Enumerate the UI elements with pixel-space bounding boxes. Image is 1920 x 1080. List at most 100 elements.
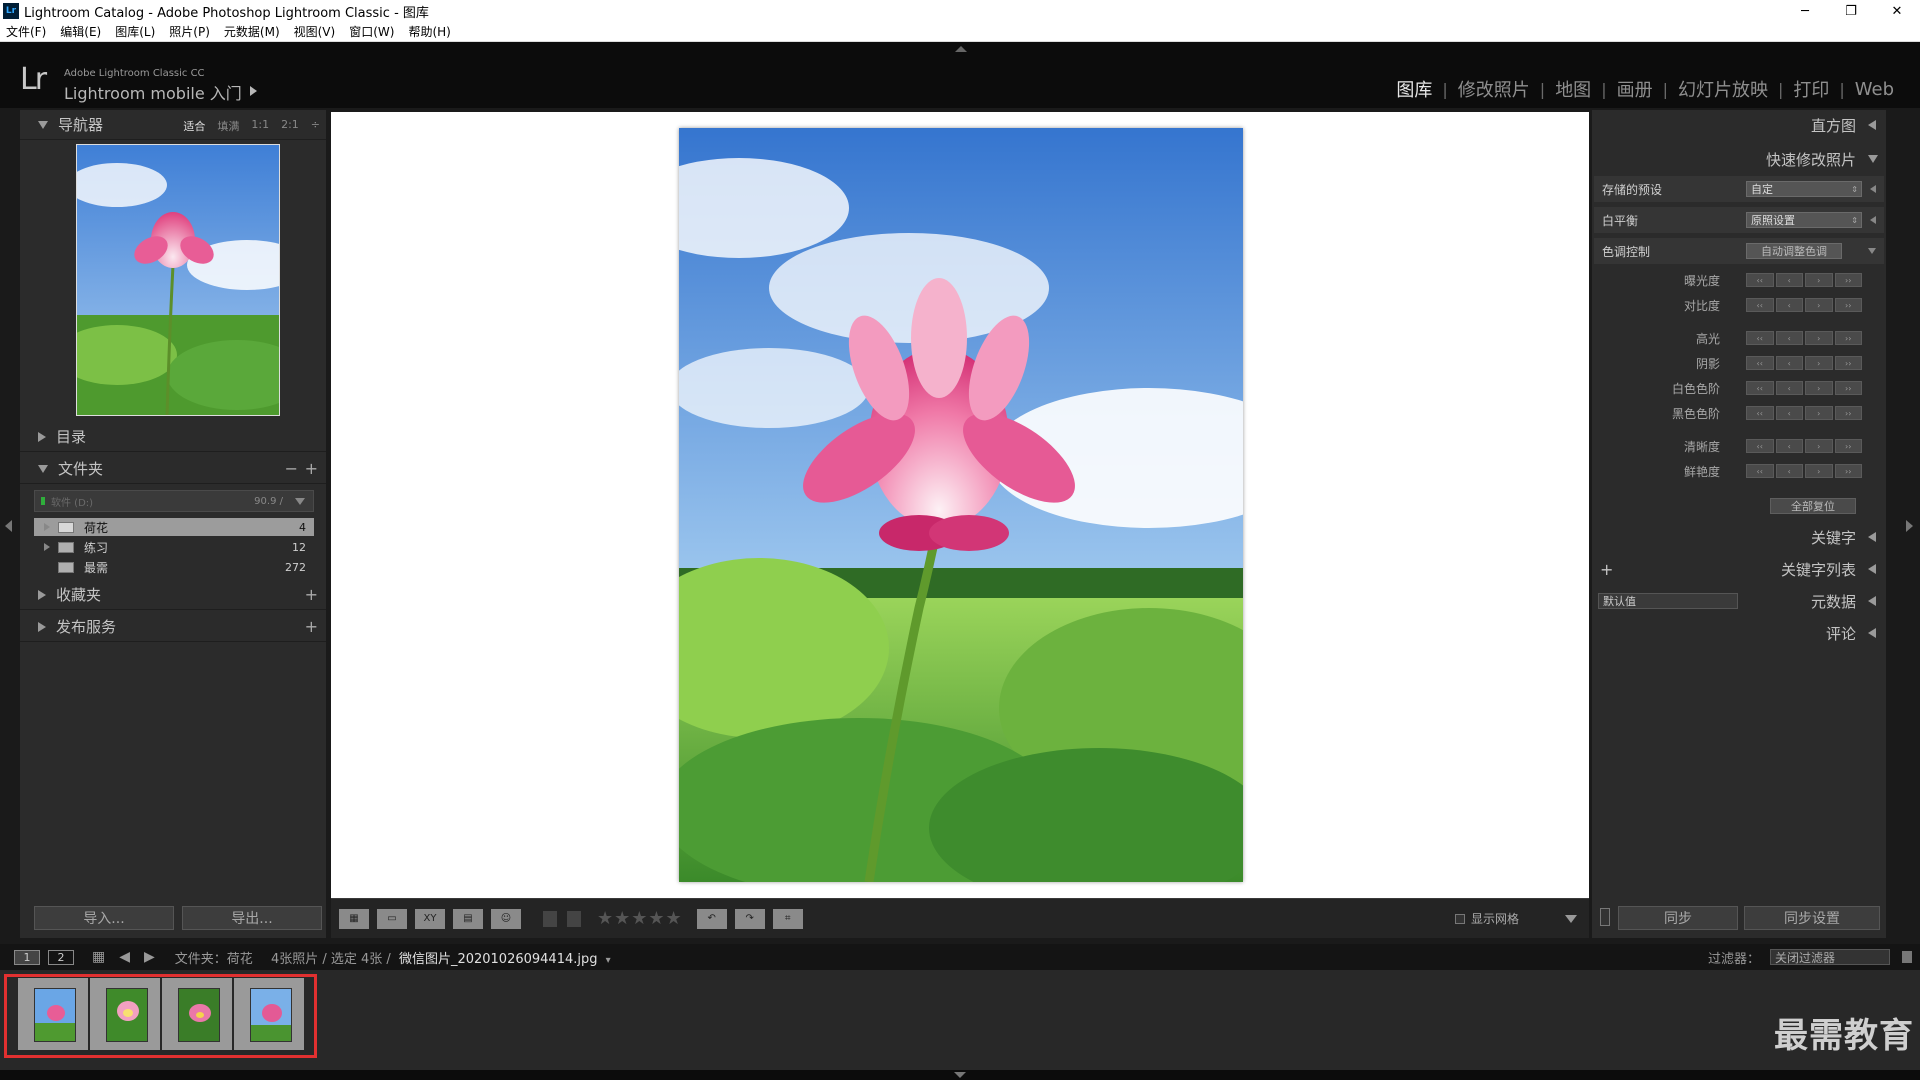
main-photo[interactable]	[679, 128, 1243, 882]
close-button[interactable]: ✕	[1874, 0, 1920, 22]
play-triangle-icon[interactable]	[250, 86, 257, 96]
export-button[interactable]: 导出...	[182, 906, 322, 930]
module-map[interactable]: 地图	[1545, 76, 1601, 102]
expand-triangle-icon[interactable]	[1868, 248, 1876, 254]
import-button[interactable]: 导入...	[34, 906, 174, 930]
rotate-right-icon[interactable]: ↷	[734, 908, 765, 929]
lock-filter-icon[interactable]	[1902, 951, 1912, 963]
publish-services-header[interactable]: 发布服务 +	[20, 612, 326, 642]
star-rating[interactable]: ★★★★★	[597, 908, 683, 929]
zoom-more[interactable]: ÷	[311, 118, 320, 134]
menu-window[interactable]: 窗口(W)	[349, 23, 394, 40]
survey-view-icon[interactable]: ▤	[453, 908, 483, 929]
forward-arrow-icon[interactable]: ▶	[144, 949, 155, 965]
histogram-header[interactable]: 直方图	[1592, 110, 1886, 140]
flag-pick-icon[interactable]	[543, 910, 557, 927]
sync-settings-button[interactable]: 同步设置	[1744, 906, 1880, 930]
module-book[interactable]: 画册	[1607, 76, 1663, 102]
white-balance-select[interactable]: 原照设置 ⇕	[1746, 212, 1862, 228]
remove-folder-icon[interactable]: −	[285, 459, 298, 478]
folder-row-lotus[interactable]: 荷花 4	[34, 518, 314, 536]
breadcrumb[interactable]: 文件夹：荷花 4张照片 / 选定 4张 / 微信图片_2020102609441…	[175, 948, 611, 967]
mobile-getting-started-link[interactable]: Lightroom mobile 入门	[64, 80, 242, 104]
module-slideshow[interactable]: 幻灯片放映	[1668, 76, 1778, 102]
module-print[interactable]: 打印	[1783, 76, 1839, 102]
shadows-steppers[interactable]: ‹‹ ‹ › ››	[1746, 356, 1862, 370]
keywording-header[interactable]: 关键字	[1592, 522, 1886, 552]
crop-overlay-icon[interactable]: ⌗	[772, 908, 803, 929]
people-view-icon[interactable]: ☺	[491, 908, 521, 929]
exposure-steppers[interactable]: ‹‹ ‹ › ››	[1746, 273, 1862, 287]
collapse-triangle-icon[interactable]	[1870, 185, 1876, 193]
collections-header[interactable]: 收藏夹 +	[20, 580, 326, 610]
secondary-window-button[interactable]: 2	[48, 949, 74, 965]
folder-row-practice[interactable]: 练习 12	[34, 538, 314, 556]
folder-expand-icon[interactable]	[44, 543, 50, 551]
primary-window-button[interactable]: 1	[14, 949, 40, 965]
comments-header[interactable]: 评论	[1592, 618, 1886, 648]
vibrance-steppers[interactable]: ‹‹ ‹ › ››	[1746, 464, 1862, 478]
clarity-steppers[interactable]: ‹‹ ‹ › ››	[1746, 439, 1862, 453]
menu-library[interactable]: 图库(L)	[115, 23, 155, 40]
left-panel-toggle-icon[interactable]	[5, 520, 12, 532]
back-arrow-icon[interactable]: ◀	[119, 949, 130, 965]
grid-view-icon[interactable]: ▦	[339, 908, 369, 929]
menu-help[interactable]: 帮助(H)	[408, 23, 450, 40]
catalog-header[interactable]: 目录	[20, 422, 326, 452]
collapse-triangle-icon[interactable]	[1870, 216, 1876, 224]
chevron-down-icon[interactable]: ▾	[606, 955, 611, 966]
whites-steppers[interactable]: ‹‹ ‹ › ››	[1746, 381, 1862, 395]
rotate-left-icon[interactable]: ↶	[696, 908, 727, 929]
highlights-steppers[interactable]: ‹‹ ‹ › ››	[1746, 331, 1862, 345]
module-develop[interactable]: 修改照片	[1448, 76, 1540, 102]
zoom-fill[interactable]: 填满	[217, 118, 239, 134]
grid-icon[interactable]: ▦	[92, 949, 105, 965]
menu-edit[interactable]: 编辑(E)	[60, 23, 101, 40]
right-panel-toggle-icon[interactable]	[1906, 520, 1913, 532]
toolbar-options-dropdown-icon[interactable]	[1565, 914, 1577, 923]
show-grid-checkbox[interactable]	[1454, 913, 1465, 924]
collapse-bottom-panel-icon[interactable]	[954, 1072, 966, 1078]
add-keyword-icon[interactable]: +	[1600, 560, 1613, 579]
zoom-1-1[interactable]: 1:1	[251, 118, 269, 134]
filter-select[interactable]: 关闭过滤器	[1770, 949, 1890, 965]
folder-row-zuixu[interactable]: 最需 272	[34, 558, 314, 576]
module-bar: Lr Adobe Lightroom Classic CC Lightroom …	[0, 42, 1920, 108]
show-grid-toggle[interactable]: 显示网格	[1454, 910, 1519, 927]
menu-file[interactable]: 文件(F)	[6, 23, 46, 40]
add-collection-icon[interactable]: +	[305, 585, 318, 604]
quick-develop-header[interactable]: 快速修改照片	[1592, 144, 1886, 174]
menu-metadata[interactable]: 元数据(M)	[224, 23, 280, 40]
sync-button[interactable]: 同步	[1618, 906, 1738, 930]
keyword-list-header[interactable]: + 关键字列表	[1592, 554, 1886, 584]
add-publish-service-icon[interactable]: +	[305, 617, 318, 636]
metadata-preset-select[interactable]: 默认值	[1598, 593, 1738, 609]
menu-photo[interactable]: 照片(P)	[169, 23, 210, 40]
sync-toggle-switch[interactable]	[1600, 908, 1610, 926]
loupe-view-icon[interactable]: ▭	[377, 908, 407, 929]
volume-bar[interactable]: 软件 (D:) 90.9 /	[34, 490, 314, 512]
blacks-steppers[interactable]: ‹‹ ‹ › ››	[1746, 406, 1862, 420]
auto-tone-button[interactable]: 自动调整色调	[1746, 243, 1842, 259]
minimize-button[interactable]: ─	[1782, 0, 1828, 22]
loupe-view[interactable]	[331, 112, 1589, 898]
zoom-fit[interactable]: 适合	[183, 118, 205, 134]
module-web[interactable]: Web	[1845, 79, 1904, 100]
reset-all-button[interactable]: 全部复位	[1770, 498, 1856, 514]
compare-view-icon[interactable]: XY	[415, 908, 445, 929]
metadata-header[interactable]: 默认值 元数据	[1592, 586, 1886, 616]
volume-dropdown-icon[interactable]	[295, 497, 305, 505]
add-folder-icon[interactable]: +	[305, 459, 318, 478]
contrast-steppers[interactable]: ‹‹ ‹ › ››	[1746, 298, 1862, 312]
collapse-top-panel-icon[interactable]	[955, 46, 967, 52]
flag-reject-icon[interactable]	[567, 910, 581, 927]
zoom-2-1[interactable]: 2:1	[281, 118, 299, 134]
folder-expand-icon[interactable]	[44, 523, 50, 531]
folders-header[interactable]: 文件夹 − +	[20, 454, 326, 484]
navigator-header[interactable]: 导航器 适合 填满 1:1 2:1 ÷	[20, 110, 326, 140]
navigator-preview[interactable]	[76, 144, 280, 416]
module-library[interactable]: 图库	[1386, 76, 1442, 102]
saved-preset-select[interactable]: 自定 ⇕	[1746, 181, 1862, 197]
restore-button[interactable]: ❐	[1828, 0, 1874, 22]
menu-view[interactable]: 视图(V)	[294, 23, 336, 40]
